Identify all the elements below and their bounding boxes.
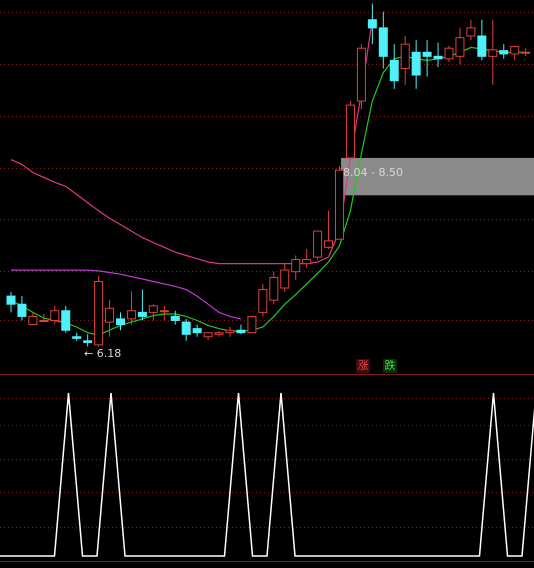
low-price-value: 6.18	[96, 347, 122, 360]
candle-up	[159, 310, 169, 313]
candle-up	[521, 51, 531, 54]
stock-chart-window: ← 6.18 8.04 - 8.50 涨 跌	[0, 0, 534, 568]
candle-down	[83, 340, 93, 343]
candle-down	[433, 55, 443, 60]
candle-up	[510, 46, 520, 55]
candle-up	[105, 307, 115, 323]
signal-line	[0, 392, 534, 557]
candle-up	[214, 332, 224, 335]
candle-down	[499, 50, 509, 55]
candle-down	[61, 310, 71, 331]
candle-up	[203, 332, 213, 338]
candle-down	[72, 336, 82, 339]
signal-indicator-panel	[0, 392, 534, 562]
candle-down	[378, 27, 388, 57]
candle-up	[94, 280, 104, 346]
candle-up	[39, 319, 49, 322]
candle-up	[280, 269, 290, 289]
candle-down	[181, 321, 191, 335]
candle-up	[335, 169, 344, 240]
candle-up	[247, 315, 257, 334]
candle-down	[236, 329, 246, 334]
candle-down	[17, 303, 27, 317]
candle-down	[477, 35, 487, 57]
candle-up	[455, 37, 465, 57]
candle-up	[466, 27, 476, 37]
candle-down	[170, 315, 180, 321]
candle-up	[400, 43, 410, 70]
candle-up	[225, 329, 235, 334]
candle-up	[302, 259, 312, 265]
ma-mid-line	[10, 19, 373, 265]
candle-up	[291, 259, 301, 273]
candle-down	[116, 318, 125, 326]
candle-up	[126, 310, 136, 320]
candle-up	[148, 305, 158, 313]
candle-up	[488, 49, 498, 57]
candle-up	[356, 47, 366, 102]
up-button[interactable]: 涨	[356, 359, 370, 373]
candle-down	[192, 328, 202, 334]
candle-down	[411, 51, 421, 76]
candle-up	[324, 240, 334, 248]
candle-down	[367, 19, 377, 29]
candle-up	[28, 315, 38, 326]
candle-up	[444, 47, 454, 60]
candle-down	[422, 51, 432, 57]
left-arrow-icon: ←	[84, 347, 94, 360]
ma-long-line	[11, 269, 242, 320]
candlestick-chart[interactable]	[0, 0, 534, 568]
candle-up	[313, 230, 323, 258]
down-button[interactable]: 跌	[383, 359, 397, 373]
candle-down	[389, 59, 399, 82]
candle-down	[6, 295, 16, 305]
candle-up	[345, 104, 355, 159]
candle-up	[269, 276, 279, 301]
candle-down	[137, 311, 147, 317]
low-price-label: ← 6.18	[84, 347, 121, 360]
candle-up	[258, 289, 268, 313]
candle-up	[50, 310, 60, 321]
zone-range-label: 8.04 - 8.50	[343, 166, 403, 179]
